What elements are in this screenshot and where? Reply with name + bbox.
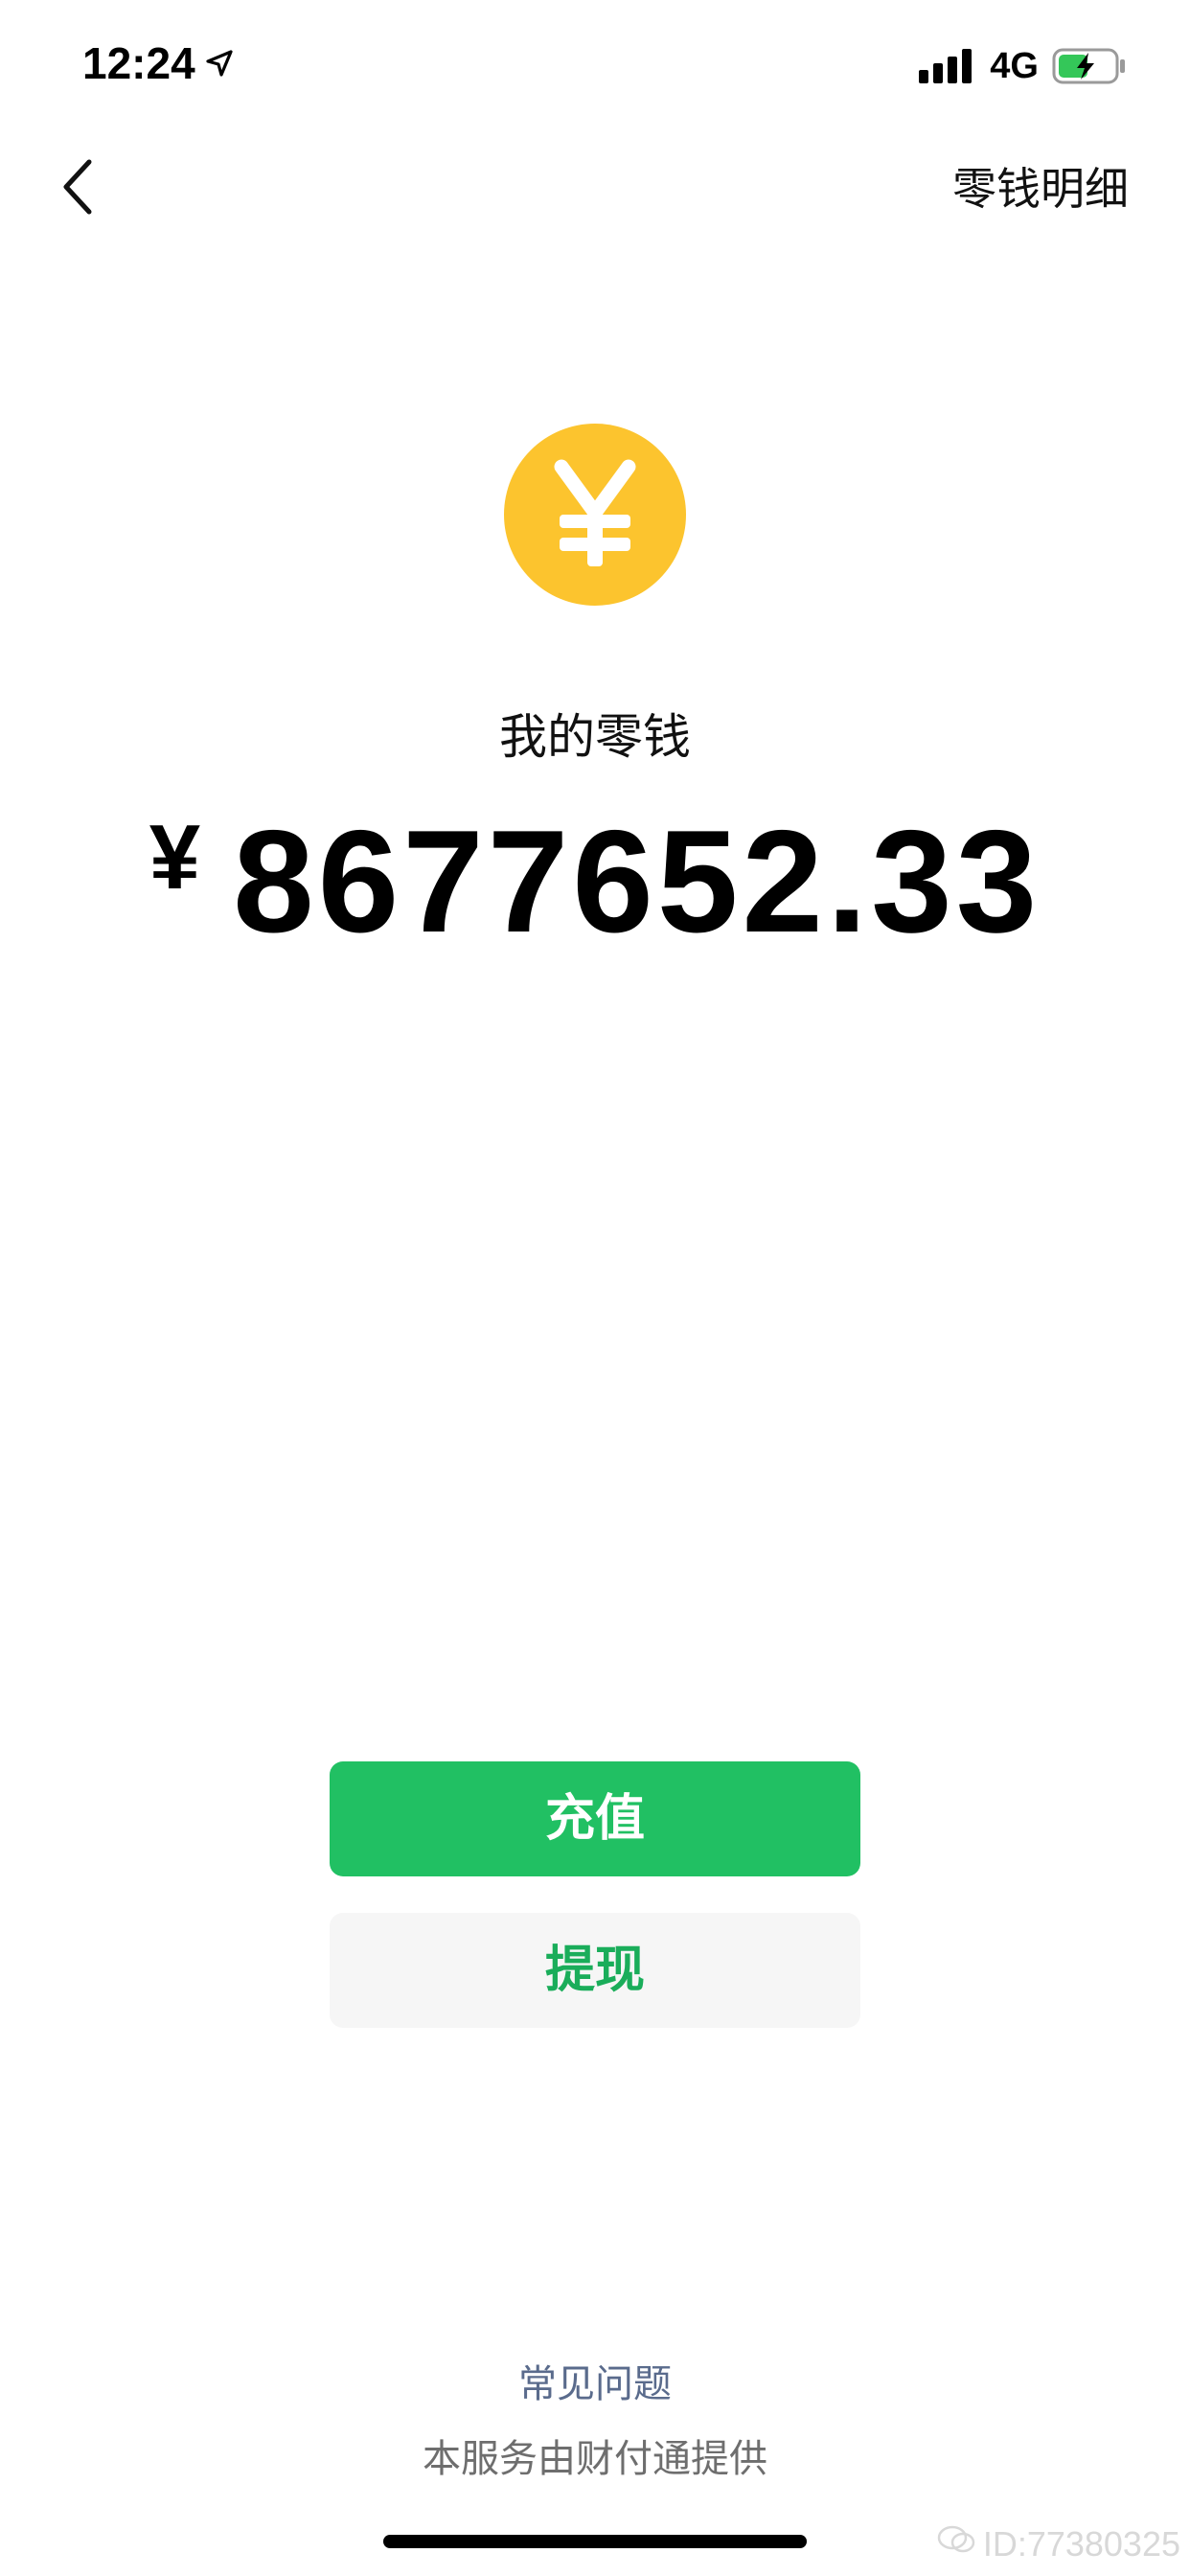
recharge-button[interactable]: 充值 bbox=[330, 1761, 860, 1876]
balance-details-link[interactable]: 零钱明细 bbox=[952, 155, 1129, 222]
watermark-text: ID:77380325 bbox=[982, 2524, 1180, 2564]
status-indicators: 4G bbox=[917, 42, 1127, 90]
status-time: 12:24 bbox=[82, 34, 234, 92]
status-bar: 12:24 4G bbox=[0, 0, 1190, 126]
withdraw-button[interactable]: 提现 bbox=[330, 1913, 860, 2028]
signal-icon bbox=[917, 47, 976, 85]
location-arrow-icon bbox=[205, 49, 234, 78]
faq-link[interactable]: 常见问题 bbox=[0, 2356, 1190, 2413]
chevron-left-icon bbox=[58, 158, 97, 219]
nav-bar: 零钱明细 bbox=[0, 126, 1190, 251]
balance-display: ¥ 8677652.33 bbox=[0, 805, 1190, 958]
status-time-text: 12:24 bbox=[82, 38, 195, 88]
battery-charging-icon bbox=[1052, 47, 1127, 85]
wallet-label: 我的零钱 bbox=[499, 709, 691, 765]
yuan-coin-icon bbox=[504, 424, 686, 606]
home-indicator[interactable] bbox=[383, 2535, 807, 2548]
provider-note: 本服务由财付通提供 bbox=[423, 2437, 767, 2481]
currency-symbol: ¥ bbox=[149, 806, 201, 908]
watermark-logo-icon bbox=[937, 2520, 975, 2568]
balance-amount: 8677652.33 bbox=[233, 800, 1041, 963]
back-button[interactable] bbox=[44, 155, 111, 222]
network-type: 4G bbox=[990, 46, 1039, 86]
watermark: ID:77380325 bbox=[937, 2520, 1180, 2568]
